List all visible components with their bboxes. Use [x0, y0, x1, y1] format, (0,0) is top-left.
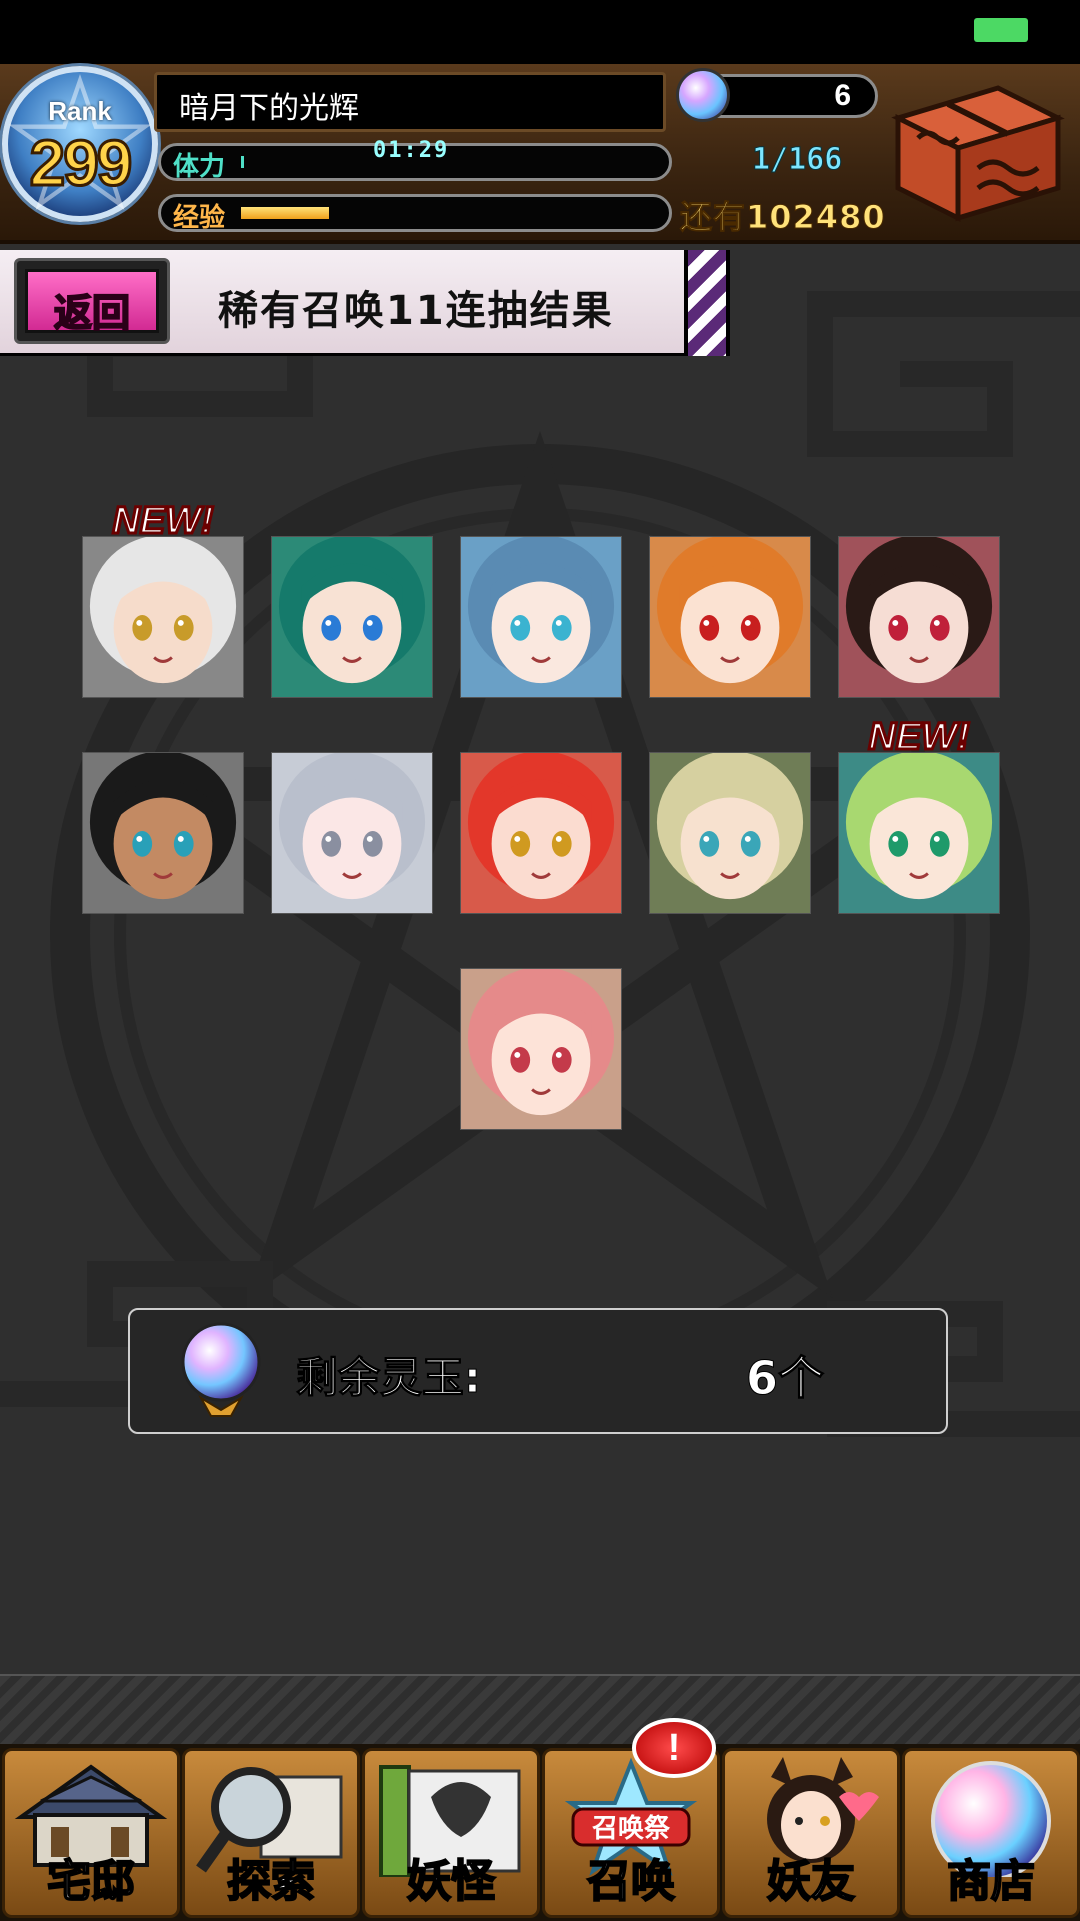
result-card[interactable] — [271, 752, 433, 914]
storage-count: 1/166 — [751, 142, 843, 178]
player-header: Rank 299 暗月下的光辉 体力 01:29 经验 6 1/166 还有10… — [0, 64, 1080, 244]
spirit-orb-icon — [676, 68, 730, 122]
rank-value: 299 — [28, 126, 134, 201]
nav-label-yokai: 妖怪 — [406, 1855, 496, 1908]
exp-label: 经验 — [173, 203, 226, 233]
nav-item-friends[interactable]: 妖友 — [722, 1748, 900, 1918]
exp-fill — [241, 207, 329, 219]
result-card[interactable] — [460, 752, 622, 914]
stamina-timer: 01:29 — [373, 138, 450, 163]
pentagram-pattern — [0, 271, 1080, 1437]
yokai-portrait — [650, 537, 810, 697]
rank-badge[interactable]: Rank 299 — [2, 66, 158, 222]
result-card[interactable] — [82, 536, 244, 698]
stamina-fill — [241, 156, 244, 168]
spirit-orb-icon — [181, 1322, 261, 1417]
stamina-bar: 体力 01:29 — [158, 138, 672, 182]
orb-count: 6 — [834, 79, 851, 112]
yokai-portrait — [461, 753, 621, 913]
nav-item-explore[interactable]: 探索 — [182, 1748, 360, 1918]
yokai-portrait — [272, 753, 432, 913]
yokai-portrait — [83, 537, 243, 697]
remaining-orbs-label: 剩余灵玉: — [296, 1353, 482, 1403]
exp-bar: 经验 — [158, 194, 672, 233]
back-button[interactable]: 返回 — [14, 258, 170, 344]
exp-remaining: 还有102480 — [680, 198, 886, 237]
yokai-portrait — [839, 537, 999, 697]
yokai-portrait — [839, 753, 999, 913]
summon-festival-text: 召唤祭 — [592, 1814, 671, 1844]
remaining-orbs-value: 6个 — [745, 1351, 825, 1406]
result-card[interactable] — [838, 752, 1000, 914]
nav-item-mansion[interactable]: 宅邸 — [2, 1748, 180, 1918]
player-name: 暗月下的光辉 — [179, 91, 359, 126]
yokai-portrait — [272, 537, 432, 697]
nav-label-shop: 商店 — [946, 1855, 1036, 1908]
battery-icon — [974, 18, 1028, 42]
nav-item-shop[interactable]: 商店 — [902, 1748, 1080, 1918]
nav-label-summon: 召唤 — [586, 1855, 676, 1908]
player-name-box[interactable]: 暗月下的光辉 — [154, 72, 666, 132]
new-tag: NEW! — [111, 499, 215, 544]
result-card[interactable] — [460, 968, 622, 1130]
summon-alert-badge: ! — [632, 1718, 716, 1778]
result-card[interactable] — [82, 752, 244, 914]
back-button-face: 返回 — [25, 269, 159, 336]
yokai-portrait — [83, 753, 243, 913]
new-tag: NEW! — [867, 715, 971, 760]
nav-label-explore: 探索 — [226, 1855, 316, 1908]
nav-label-mansion: 宅邸 — [46, 1855, 136, 1908]
rank-label: Rank — [48, 96, 112, 126]
back-button-label: 返回 — [53, 290, 131, 336]
result-card[interactable] — [838, 536, 1000, 698]
yokai-portrait — [461, 537, 621, 697]
results-background — [0, 244, 1080, 1674]
yokai-portrait — [650, 753, 810, 913]
result-card[interactable] — [460, 536, 622, 698]
yokai-portrait — [461, 969, 621, 1129]
result-card[interactable] — [271, 536, 433, 698]
nav-label-friends: 妖友 — [766, 1855, 856, 1908]
result-card[interactable] — [649, 536, 811, 698]
nav-item-yokai[interactable]: 妖怪 — [362, 1748, 540, 1918]
nav-divider — [0, 1674, 1080, 1744]
stamina-label: 体力 — [173, 152, 226, 182]
banner-stripe — [684, 250, 730, 356]
treasure-box-icon[interactable] — [878, 78, 1068, 228]
page-title: 稀有召唤11连抽结果 — [218, 288, 614, 334]
result-card[interactable] — [649, 752, 811, 914]
status-bar — [0, 0, 1080, 64]
